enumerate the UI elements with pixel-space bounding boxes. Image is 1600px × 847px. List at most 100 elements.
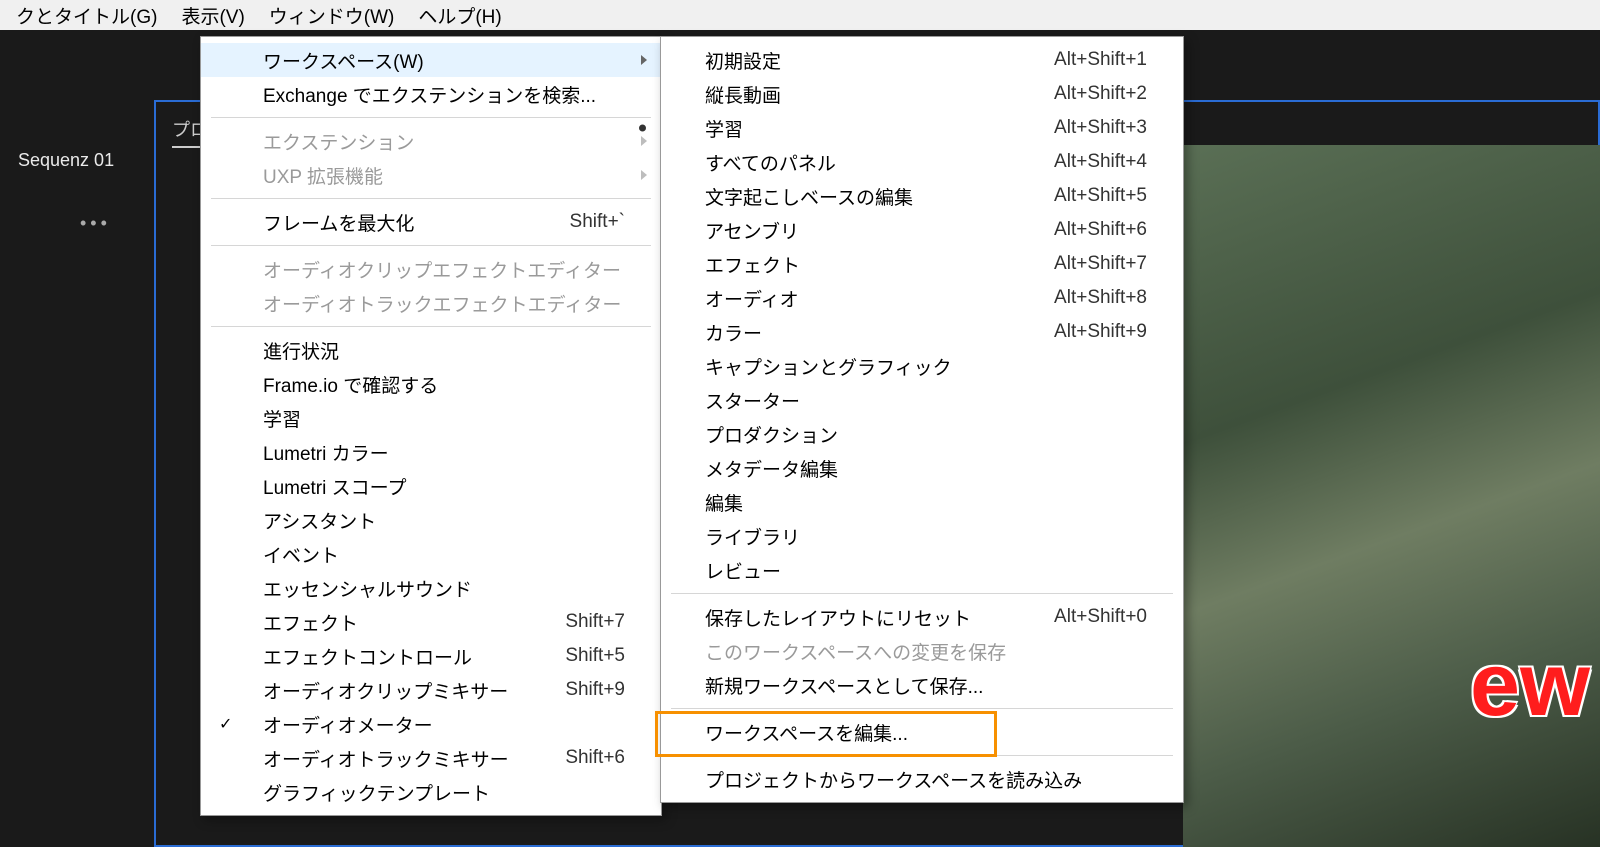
window-menu-item-0[interactable]: ワークスペース(W) xyxy=(201,43,661,77)
workspace-item-2[interactable]: 学習Alt+Shift+3 xyxy=(661,111,1183,145)
window-menu-item-22[interactable]: ✓オーディオメーター xyxy=(201,707,661,741)
menu-item-label: アセンブリ xyxy=(705,217,1004,244)
menu-item-label: UXP 拡張機能 xyxy=(263,162,625,189)
menu-item-label: ワークスペース(W) xyxy=(263,47,625,74)
menu-item-label: エフェクト xyxy=(263,609,515,636)
menu-item-label: オーディオクリップミキサー xyxy=(263,677,515,704)
workspace-item-1[interactable]: 縦長動画Alt+Shift+2 xyxy=(661,77,1183,111)
workspace-item-17[interactable]: 保存したレイアウトにリセットAlt+Shift+0 xyxy=(661,600,1183,634)
workspace-item-21[interactable]: ワークスペースを編集... xyxy=(661,715,1183,749)
window-menu-separator xyxy=(211,198,651,199)
shortcut-text: Shift+5 xyxy=(565,645,625,667)
workspace-separator xyxy=(671,755,1173,756)
window-menu-item-23[interactable]: オーディオトラックミキサーShift+6 xyxy=(201,741,661,775)
workspace-item-12[interactable]: メタデータ編集 xyxy=(661,451,1183,485)
menu-item-label: Frame.io で確認する xyxy=(263,371,625,398)
menu-item-label: 学習 xyxy=(705,115,1004,142)
workspace-item-23[interactable]: プロジェクトからワークスペースを読み込み xyxy=(661,762,1183,796)
program-monitor[interactable]: ew xyxy=(1183,145,1600,847)
window-menu-item-16[interactable]: アシスタント xyxy=(201,503,661,537)
menu-item-label: 保存したレイアウトにリセット xyxy=(705,604,1004,631)
menu-item-label: Exchange でエクステンションを検索... xyxy=(263,81,625,108)
shortcut-text: Alt+Shift+8 xyxy=(1054,287,1147,309)
shortcut-text: Alt+Shift+9 xyxy=(1054,321,1147,343)
window-menu-separator xyxy=(211,117,651,118)
workspace-item-19[interactable]: 新規ワークスペースとして保存... xyxy=(661,668,1183,702)
menu-graphics-title[interactable]: クとタイトル(G) xyxy=(4,0,169,32)
overflow-menu-icon[interactable]: ••• xyxy=(80,213,111,234)
workspace-item-5[interactable]: アセンブリAlt+Shift+6 xyxy=(661,213,1183,247)
window-menu-item-19[interactable]: エフェクトShift+7 xyxy=(201,605,661,639)
window-menu-item-13[interactable]: 学習 xyxy=(201,401,661,435)
workspace-submenu: 初期設定Alt+Shift+1縦長動画Alt+Shift+2学習Alt+Shif… xyxy=(660,36,1184,803)
window-menu-item-18[interactable]: エッセンシャルサウンド xyxy=(201,571,661,605)
menu-item-label: ワークスペースを編集... xyxy=(705,719,1147,746)
menu-window[interactable]: ウィンドウ(W) xyxy=(257,0,407,32)
window-menu-item-6[interactable]: フレームを最大化 Shift+` xyxy=(201,205,661,239)
menu-item-label: フレームを最大化 xyxy=(263,209,520,236)
menu-item-label: オーディオ xyxy=(705,285,1004,312)
menu-item-label: 新規ワークスペースとして保存... xyxy=(705,672,1147,699)
sequence-name[interactable]: Sequenz 01 xyxy=(18,150,114,171)
window-menu-item-4: UXP 拡張機能 xyxy=(201,158,661,192)
menu-item-label: キャプションとグラフィック xyxy=(705,353,1147,380)
workspace-separator xyxy=(671,708,1173,709)
window-menu-item-8: オーディオクリップエフェクトエディター xyxy=(201,252,661,286)
menu-item-label: Lumetri カラー xyxy=(263,439,625,466)
menu-item-label: 学習 xyxy=(263,405,625,432)
shortcut-text: Alt+Shift+7 xyxy=(1054,253,1147,275)
workspace-item-10[interactable]: スターター xyxy=(661,383,1183,417)
menu-item-label: 初期設定 xyxy=(705,47,1004,74)
menu-item-label: エフェクトコントロール xyxy=(263,643,515,670)
window-menu-item-12[interactable]: Frame.io で確認する xyxy=(201,367,661,401)
menu-view[interactable]: 表示(V) xyxy=(169,0,256,32)
menu-item-label: 縦長動画 xyxy=(705,81,1004,108)
workspace-item-14[interactable]: ライブラリ xyxy=(661,519,1183,553)
menu-item-label: イベント xyxy=(263,541,625,568)
menu-item-label: メタデータ編集 xyxy=(705,455,1147,482)
window-menu-separator xyxy=(211,245,651,246)
submenu-arrow-icon xyxy=(641,55,647,65)
window-menu-item-20[interactable]: エフェクトコントロール Shift+5 xyxy=(201,639,661,673)
workspace-item-18: このワークスペースへの変更を保存 xyxy=(661,634,1183,668)
menu-item-label: このワークスペースへの変更を保存 xyxy=(705,638,1147,665)
menu-item-label: エクステンション xyxy=(263,128,625,155)
workspace-item-7[interactable]: オーディオ Alt+Shift+8 xyxy=(661,281,1183,315)
window-menu-item-15[interactable]: Lumetri スコープ xyxy=(201,469,661,503)
workspace-item-4[interactable]: 文字起こしベースの編集Alt+Shift+5 xyxy=(661,179,1183,213)
watermark-text: ew xyxy=(1470,634,1590,737)
workspace-separator xyxy=(671,593,1173,594)
workspace-item-11[interactable]: プロダクション xyxy=(661,417,1183,451)
window-menu-item-11[interactable]: 進行状況 xyxy=(201,333,661,367)
window-menu-item-17[interactable]: イベント xyxy=(201,537,661,571)
workspace-item-6[interactable]: エフェクトAlt+Shift+7 xyxy=(661,247,1183,281)
window-menu-item-14[interactable]: Lumetri カラー xyxy=(201,435,661,469)
shortcut-text: Alt+Shift+4 xyxy=(1054,151,1147,173)
window-menu-item-21[interactable]: オーディオクリップミキサー Shift+9 xyxy=(201,673,661,707)
window-menu-item-24[interactable]: グラフィックテンプレート xyxy=(201,775,661,809)
menu-item-label: プロダクション xyxy=(705,421,1147,448)
current-dot-icon xyxy=(639,125,646,132)
menu-item-label: カラー xyxy=(705,319,1004,346)
workspace-item-15[interactable]: レビュー xyxy=(661,553,1183,587)
shortcut-text: Alt+Shift+5 xyxy=(1054,185,1147,207)
workspace-item-3[interactable]: すべてのパネルAlt+Shift+4 xyxy=(661,145,1183,179)
window-menu-item-1[interactable]: Exchange でエクステンションを検索... xyxy=(201,77,661,111)
window-menu-item-3: エクステンション xyxy=(201,124,661,158)
window-menu-separator xyxy=(211,326,651,327)
shortcut-text: Shift+` xyxy=(570,211,625,233)
menu-item-label: ライブラリ xyxy=(705,523,1147,550)
menu-item-label: グラフィックテンプレート xyxy=(263,779,625,806)
menu-item-label: オーディオメーター xyxy=(263,711,625,738)
menu-item-label: レビュー xyxy=(705,557,1147,584)
workspace-item-0[interactable]: 初期設定Alt+Shift+1 xyxy=(661,43,1183,77)
workspace-item-8[interactable]: カラー Alt+Shift+9 xyxy=(661,315,1183,349)
menu-item-label: オーディオトラックエフェクトエディター xyxy=(263,290,625,317)
workspace-item-13[interactable]: 編集 xyxy=(661,485,1183,519)
shortcut-text: Shift+9 xyxy=(565,679,625,701)
menu-item-label: オーディオトラックミキサー xyxy=(263,745,515,772)
menubar: クとタイトル(G) 表示(V) ウィンドウ(W) ヘルプ(H) xyxy=(0,0,1600,31)
workspace-item-9[interactable]: キャプションとグラフィック xyxy=(661,349,1183,383)
menu-help[interactable]: ヘルプ(H) xyxy=(406,0,513,32)
menu-item-label: オーディオクリップエフェクトエディター xyxy=(263,256,625,283)
